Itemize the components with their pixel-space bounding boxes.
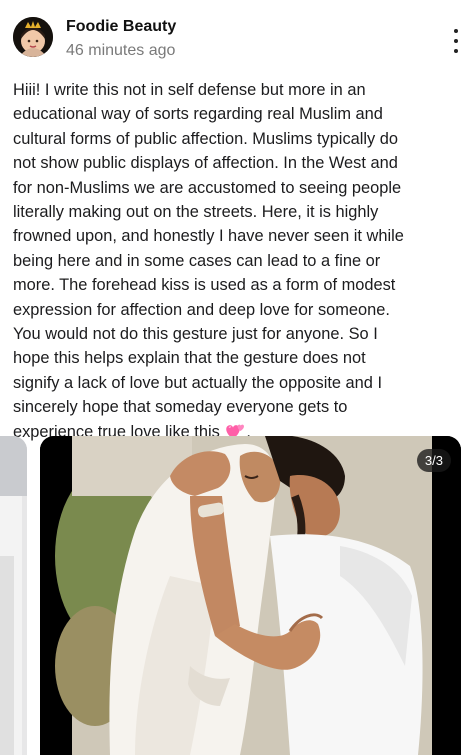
body-line: for non-Muslims we are accustomed to see… <box>13 178 402 197</box>
more-dot <box>454 39 458 43</box>
body-line: sincerely hope that someday everyone get… <box>13 398 348 417</box>
author-avatar[interactable] <box>13 17 53 57</box>
body-line: Hiii! I write this not in self defense b… <box>13 81 366 99</box>
body-line: signify a lack of love but actually the … <box>13 373 383 392</box>
post-card: Foodie Beauty 46 minutes ago Hiii! I wri… <box>0 0 474 755</box>
media-carousel[interactable]: 3/3 <box>0 436 474 755</box>
body-line: You would not do this gesture just for a… <box>13 325 378 344</box>
couple-forehead-kiss-photo <box>40 436 461 755</box>
post-timestamp: 46 minutes ago <box>66 42 176 59</box>
media-counter-badge: 3/3 <box>416 449 451 472</box>
more-vertical-icon[interactable] <box>446 29 466 53</box>
body-line: cultural forms of public affection. Musl… <box>13 129 399 148</box>
more-dot <box>454 29 458 33</box>
media-image-slide[interactable]: 3/3 <box>40 436 461 755</box>
post-header: Foodie Beauty 46 minutes ago <box>0 0 474 70</box>
body-line: educational way of sorts regarding real … <box>13 105 383 124</box>
post-body: Hiii! I write this not in self defense b… <box>13 78 463 444</box>
author-name[interactable]: Foodie Beauty <box>66 18 176 36</box>
previous-slide-thumbnail[interactable] <box>0 436 27 755</box>
body-line: expression for affection and deep love f… <box>13 300 390 319</box>
more-dot <box>454 49 458 53</box>
body-line: being here and in some cases can lead to… <box>13 251 381 270</box>
body-line: frowned upon, and honestly I have never … <box>13 227 404 246</box>
body-line: literally making out on the streets. Her… <box>13 203 379 222</box>
body-line: not show public displays of affection. I… <box>13 154 398 173</box>
body-line: more. The forehead kiss is used as a for… <box>13 276 396 295</box>
body-line: hope this helps explain that the gesture… <box>13 349 366 368</box>
